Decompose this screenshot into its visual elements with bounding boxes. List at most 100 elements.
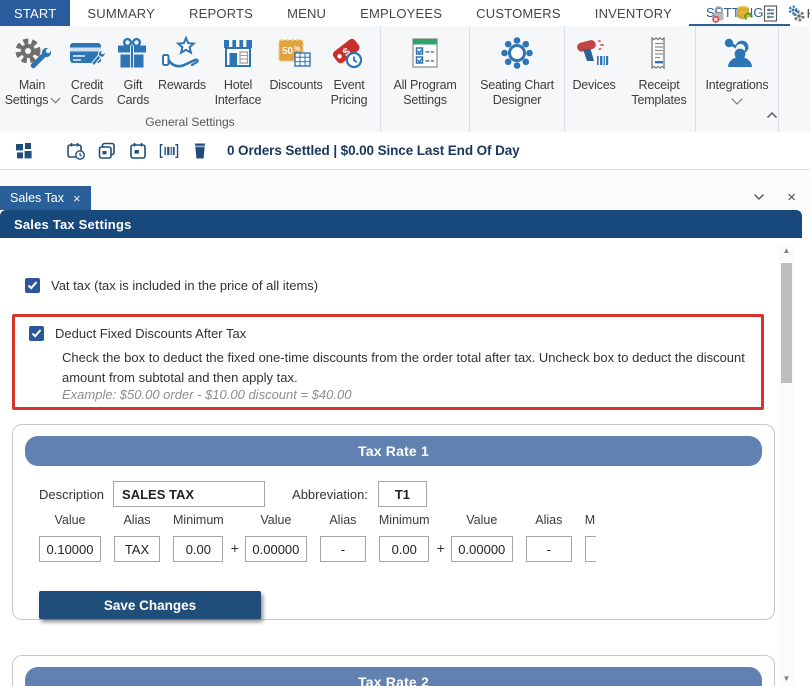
tab-sales-tax[interactable]: Sales Tax × bbox=[0, 186, 91, 210]
deduct-description: Check the box to deduct the fixed one-ti… bbox=[62, 348, 774, 387]
tax-column: Minimum bbox=[585, 513, 596, 562]
menu-item-customers[interactable]: CUSTOMERS bbox=[459, 0, 578, 26]
ribbon-group-seating: Seating Chart Designer bbox=[470, 26, 565, 132]
receipt-icon bbox=[639, 31, 679, 78]
tax-column: Value bbox=[39, 513, 101, 562]
vat-tax-checkbox[interactable] bbox=[25, 278, 40, 293]
tax2-minimum-input[interactable] bbox=[379, 536, 429, 562]
ribbon-item-hotel-interface[interactable]: Hotel Interface bbox=[208, 26, 268, 109]
tax-column: Value bbox=[245, 513, 307, 562]
menu-item-employees[interactable]: EMPLOYEES bbox=[343, 0, 459, 26]
tax-fields-area: Value Alias Minimum + Value Alias Minimu… bbox=[39, 513, 596, 585]
ribbon-item-label: Integrations bbox=[706, 78, 769, 93]
tax2-value-input[interactable] bbox=[245, 536, 307, 562]
ribbon-item-gift-cards[interactable]: Gift Cards bbox=[110, 26, 156, 109]
tax-column: Alias bbox=[114, 513, 160, 562]
credit-card-icon bbox=[67, 31, 107, 78]
gift-box-icon bbox=[113, 31, 153, 78]
abbreviation-label: Abbreviation: bbox=[292, 487, 368, 502]
tax2-alias-input[interactable] bbox=[320, 536, 366, 562]
ribbon-item-label: Discounts bbox=[269, 78, 322, 93]
ribbon-item-label: Gift Cards bbox=[110, 78, 156, 109]
beverage-glass-icon[interactable] bbox=[190, 141, 210, 161]
lock-denied-icon[interactable] bbox=[709, 4, 728, 23]
svg-text:%: % bbox=[294, 46, 301, 53]
ribbon-toolbar: Main Settings C bbox=[0, 26, 810, 133]
menu-item-menu[interactable]: MENU bbox=[270, 0, 343, 26]
menu-item-summary[interactable]: SUMMARY bbox=[70, 0, 172, 26]
ribbon-item-main-settings[interactable]: Main Settings bbox=[0, 26, 64, 109]
calendar-icon[interactable] bbox=[128, 141, 148, 161]
ribbon-item-label: Rewards bbox=[158, 78, 206, 93]
services-gears-icon[interactable] bbox=[787, 4, 806, 23]
ribbon-item-discounts[interactable]: 50 % Discounts bbox=[268, 26, 324, 93]
calendar-clock-icon[interactable] bbox=[66, 141, 86, 161]
tax-column: Alias bbox=[320, 513, 366, 562]
menu-item-start[interactable]: START bbox=[0, 0, 70, 26]
ribbon-item-label: Devices bbox=[572, 78, 615, 93]
tax3-minimum-input[interactable] bbox=[585, 536, 596, 562]
ribbon-item-seating-chart-designer[interactable]: Seating Chart Designer bbox=[471, 26, 563, 109]
ribbon-item-label: Hotel Interface bbox=[208, 78, 268, 109]
seating-table-icon bbox=[496, 31, 538, 78]
ribbon-collapse-chevron-icon[interactable] bbox=[766, 106, 778, 124]
tax-rate-1-card: Tax Rate 1 Description Abbreviation: Val… bbox=[12, 424, 775, 620]
description-input[interactable] bbox=[113, 481, 265, 507]
highlight-red-box: Deduct Fixed Discounts After Tax Check t… bbox=[12, 314, 764, 410]
barcode-scanner-icon bbox=[573, 31, 615, 78]
ribbon-item-label: Seating Chart Designer bbox=[471, 78, 563, 109]
ribbon-group-label: General Settings bbox=[0, 115, 380, 129]
save-changes-button[interactable]: Save Changes bbox=[39, 591, 261, 619]
ribbon-item-label: Receipt Templates bbox=[626, 78, 692, 109]
chevron-down-icon bbox=[731, 94, 742, 105]
menu-item-inventory[interactable]: INVENTORY bbox=[578, 0, 689, 26]
ribbon-item-label: Main Settings bbox=[5, 78, 49, 107]
checklist-icon bbox=[405, 31, 445, 78]
panel-title-bar: Sales Tax Settings bbox=[0, 210, 802, 238]
app-window: START SUMMARY REPORTS MENU EMPLOYEES CUS… bbox=[0, 0, 810, 686]
storefront-icon bbox=[217, 31, 259, 78]
tab-close-icon[interactable]: × bbox=[73, 191, 81, 206]
tax-column: Minimum bbox=[173, 513, 224, 562]
ribbon-item-label: All Program Settings bbox=[383, 78, 467, 109]
ribbon-item-devices[interactable]: Devices bbox=[568, 26, 620, 93]
tax3-alias-input[interactable] bbox=[526, 536, 572, 562]
ribbon-item-all-program-settings[interactable]: All Program Settings bbox=[383, 26, 467, 109]
barcode-icon[interactable] bbox=[159, 141, 179, 161]
ribbon-group-devices: Devices Receipt Templates bbox=[565, 26, 696, 132]
ribbon-item-integrations[interactable]: Integrations bbox=[697, 26, 777, 103]
abbreviation-input[interactable] bbox=[378, 481, 427, 507]
tax1-alias-input[interactable] bbox=[114, 536, 160, 562]
report-settings-icon[interactable] bbox=[761, 4, 780, 23]
vertical-scrollbar[interactable]: ▲ ▼ bbox=[779, 244, 794, 686]
tax-column: Value bbox=[451, 513, 513, 562]
deduct-discounts-checkbox[interactable] bbox=[29, 326, 44, 341]
ribbon-item-rewards[interactable]: Rewards bbox=[156, 26, 208, 93]
hand-star-icon bbox=[160, 31, 204, 78]
tax3-value-input[interactable] bbox=[451, 536, 513, 562]
sales-tax-panel: Sales Tax Settings Vat tax (tax is inclu… bbox=[0, 210, 810, 686]
tax1-minimum-input[interactable] bbox=[173, 536, 223, 562]
menu-item-reports[interactable]: REPORTS bbox=[172, 0, 270, 26]
document-tab-strip: Sales Tax × × bbox=[0, 170, 810, 210]
panel-title: Sales Tax Settings bbox=[14, 217, 132, 232]
calendar-copy-icon[interactable] bbox=[97, 141, 117, 161]
main-menu-bar: START SUMMARY REPORTS MENU EMPLOYEES CUS… bbox=[0, 0, 810, 26]
ribbon-item-receipt-templates[interactable]: Receipt Templates bbox=[626, 26, 692, 109]
description-label: Description bbox=[39, 487, 104, 502]
tiles-icon[interactable] bbox=[14, 141, 34, 161]
discount-stamp-icon: 50 % bbox=[275, 31, 317, 78]
tax-rate-1-header: Tax Rate 1 bbox=[25, 436, 762, 466]
svg-text:50: 50 bbox=[282, 46, 294, 57]
database-sync-icon[interactable] bbox=[735, 4, 754, 23]
close-document-icon[interactable]: × bbox=[787, 190, 796, 205]
gear-wrench-icon bbox=[11, 31, 53, 78]
scroll-up-icon[interactable]: ▲ bbox=[779, 246, 794, 255]
ribbon-item-event-pricing[interactable]: $ Event Pricing bbox=[324, 26, 374, 109]
ribbon-item-credit-cards[interactable]: Credit Cards bbox=[64, 26, 110, 109]
tab-list-chevron-icon[interactable] bbox=[753, 188, 765, 206]
scroll-down-icon[interactable]: ▼ bbox=[779, 674, 794, 683]
scrollbar-thumb[interactable] bbox=[781, 263, 792, 383]
tax1-value-input[interactable] bbox=[39, 536, 101, 562]
tax-rate-1-description-row: Description Abbreviation: bbox=[39, 481, 427, 507]
